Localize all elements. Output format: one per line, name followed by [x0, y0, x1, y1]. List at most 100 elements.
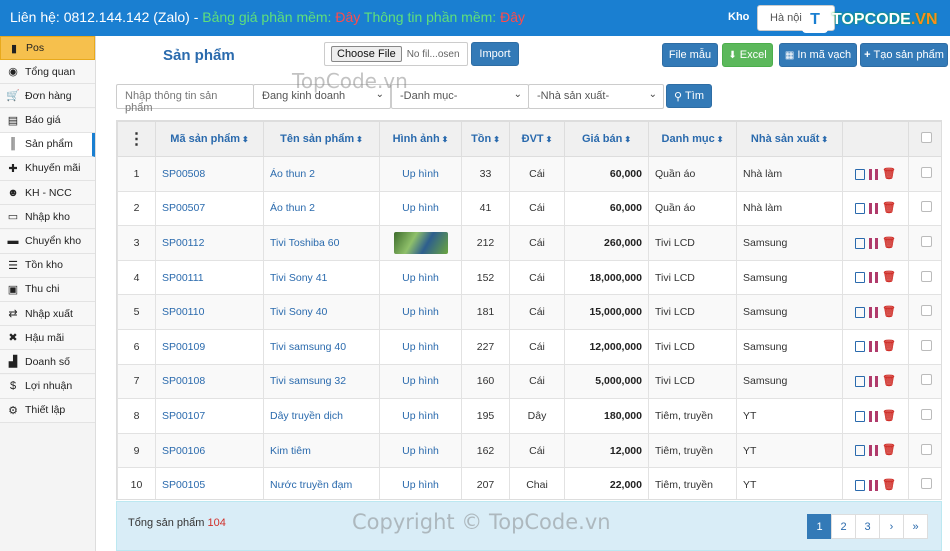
pause-icon[interactable]	[869, 168, 879, 180]
upload-image-link[interactable]: Up hình	[402, 410, 439, 422]
sidebar-item-15[interactable]: ⚙ Thiết lập	[0, 398, 95, 423]
search-button[interactable]: ⚲ Tìm	[666, 84, 712, 108]
excel-button[interactable]: ⬇ Excel	[722, 43, 773, 67]
upload-image-link[interactable]: Up hình	[402, 445, 439, 457]
product-thumbnail[interactable]	[393, 231, 448, 254]
page-button[interactable]: »	[903, 514, 928, 539]
trash-icon[interactable]: 🗑	[882, 341, 896, 352]
upload-image-link[interactable]: Up hình	[402, 168, 439, 180]
row-checkbox[interactable]	[920, 443, 932, 455]
upload-image-link[interactable]: Up hình	[402, 306, 439, 318]
copy-icon[interactable]	[855, 410, 866, 422]
cell-code[interactable]: SP00107	[155, 398, 264, 434]
sidebar-item-3[interactable]: ▤ Báo giá	[0, 108, 95, 133]
trash-icon[interactable]: 🗑	[882, 376, 896, 387]
sidebar-item-9[interactable]: ☰ Tồn kho	[0, 253, 95, 278]
file-mau-button[interactable]: File mẫu	[662, 43, 718, 67]
file-input[interactable]: Choose File No fil...osen	[324, 42, 468, 66]
cell-code[interactable]: SP00110	[155, 294, 264, 330]
trash-icon[interactable]: 🗑	[882, 237, 896, 249]
col-stock[interactable]: Tồn ⬍	[461, 121, 510, 157]
sidebar-item-1[interactable]: ◉ Tổng quan	[0, 60, 95, 85]
cell-code[interactable]: SP00106	[155, 432, 264, 469]
pause-icon[interactable]	[869, 203, 879, 215]
sidebar-item-8[interactable]: ▬ Chuyển kho	[0, 229, 95, 254]
maker-select[interactable]: -Nhà sản xuất- ⌄	[528, 84, 664, 109]
cell-image[interactable]: Up hình	[379, 328, 462, 365]
pause-icon[interactable]	[869, 376, 879, 388]
select-all-checkbox[interactable]	[920, 132, 932, 143]
cell-image[interactable]	[379, 225, 462, 261]
copy-icon[interactable]	[855, 203, 866, 215]
col-name[interactable]: Tên sản phẩm ⬍	[263, 121, 380, 157]
cell-name[interactable]: Tivi samsung 40	[263, 328, 380, 365]
sidebar-item-11[interactable]: ⇄ Nhập xuất	[0, 302, 95, 327]
row-checkbox[interactable]	[920, 339, 932, 351]
cell-image[interactable]: Up hình	[379, 156, 462, 192]
cell-code[interactable]: SP00112	[155, 225, 264, 261]
cell-image[interactable]: Up hình	[379, 398, 462, 434]
status-select[interactable]: Đang kinh doanh ⌄	[253, 84, 391, 109]
copy-icon[interactable]	[855, 272, 866, 284]
upload-image-link[interactable]: Up hình	[402, 375, 439, 387]
cell-image[interactable]: Up hình	[379, 363, 462, 400]
cell-image[interactable]: Up hình	[379, 259, 462, 296]
trash-icon[interactable]: 🗑	[882, 410, 896, 422]
pause-icon[interactable]	[869, 410, 879, 422]
trash-icon[interactable]: 🗑	[882, 203, 896, 214]
col-unit[interactable]: ĐVT ⬍	[509, 121, 565, 157]
row-checkbox[interactable]	[920, 166, 932, 178]
row-checkbox[interactable]	[920, 235, 932, 247]
cell-image[interactable]: Up hình	[379, 294, 462, 330]
info-link[interactable]: Đây	[500, 9, 525, 25]
cell-code[interactable]: SP00507	[155, 190, 264, 227]
page-button[interactable]: ›	[879, 514, 904, 539]
copy-icon[interactable]	[855, 376, 866, 388]
upload-image-link[interactable]: Up hình	[402, 202, 439, 214]
pause-icon[interactable]	[869, 306, 879, 318]
row-checkbox[interactable]	[920, 374, 932, 386]
pause-icon[interactable]	[869, 237, 879, 249]
cell-name[interactable]: Tivi Sony 41	[263, 259, 380, 296]
sidebar-item-6[interactable]: ☻ KH - NCC	[0, 181, 95, 206]
pause-icon[interactable]	[869, 479, 879, 491]
trash-icon[interactable]: 🗑	[882, 445, 896, 456]
sidebar-item-7[interactable]: ▭ Nhập kho	[0, 205, 95, 230]
row-checkbox[interactable]	[920, 478, 932, 490]
cell-code[interactable]: SP00108	[155, 363, 264, 400]
cell-image[interactable]: Up hình	[379, 467, 462, 499]
row-checkbox[interactable]	[920, 201, 932, 213]
category-select[interactable]: -Danh mục- ⌄	[391, 84, 529, 109]
search-input[interactable]: Nhập thông tin sản phẩm	[116, 84, 254, 114]
trash-icon[interactable]: 🗑	[882, 479, 896, 491]
col-category[interactable]: Danh mục ⬍	[648, 121, 737, 157]
cell-code[interactable]: SP00111	[155, 259, 264, 296]
upload-image-link[interactable]: Up hình	[402, 341, 439, 353]
pause-icon[interactable]	[869, 445, 879, 457]
create-product-button[interactable]: + Tạo sản phẩm	[860, 43, 948, 67]
cell-name[interactable]: Dây truyền dịch	[263, 398, 380, 434]
col-price[interactable]: Giá bán ⬍	[564, 121, 649, 157]
sidebar-item-12[interactable]: ✖ Hậu mãi	[0, 326, 95, 351]
cell-image[interactable]: Up hình	[379, 432, 462, 469]
table-menu-icon[interactable]: ⋮	[117, 121, 156, 157]
col-image[interactable]: Hình ảnh ⬍	[379, 121, 462, 157]
page-button[interactable]: 2	[831, 514, 856, 539]
trash-icon[interactable]: 🗑	[882, 168, 896, 180]
copy-icon[interactable]	[855, 168, 866, 180]
col-code[interactable]: Mã sản phẩm ⬍	[155, 121, 264, 157]
cell-image[interactable]: Up hình	[379, 190, 462, 227]
cell-name[interactable]: Kim tiêm	[263, 432, 380, 469]
cell-name[interactable]: Tivi Toshiba 60	[263, 225, 380, 261]
sidebar-item-2[interactable]: 🛒 Đơn hàng	[0, 84, 95, 109]
row-checkbox[interactable]	[920, 408, 932, 420]
copy-icon[interactable]	[855, 237, 866, 249]
cell-name[interactable]: Nước truyền đạm	[263, 467, 380, 499]
copy-icon[interactable]	[855, 445, 866, 457]
pause-icon[interactable]	[869, 341, 879, 353]
barcode-print-button[interactable]: ▦ In mã vạch	[779, 43, 857, 67]
row-checkbox[interactable]	[920, 305, 932, 317]
trash-icon[interactable]: 🗑	[882, 272, 896, 283]
cell-name[interactable]: Tivi Sony 40	[263, 294, 380, 330]
page-button[interactable]: 3	[855, 514, 880, 539]
